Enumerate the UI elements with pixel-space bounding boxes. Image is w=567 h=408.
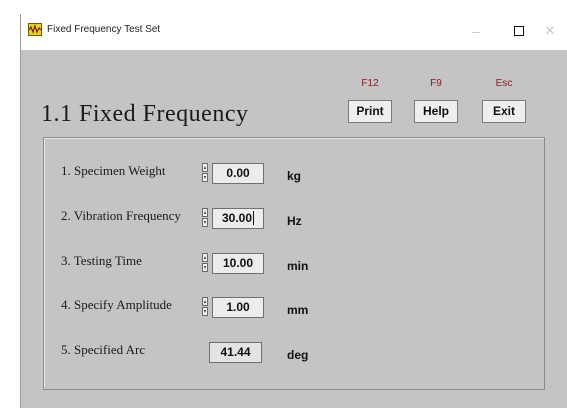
arrow-down-icon[interactable] bbox=[202, 263, 208, 272]
specimen-weight-field[interactable]: 0.00 bbox=[212, 163, 264, 184]
specify-amplitude-unit: mm bbox=[287, 303, 309, 317]
arrow-up-icon[interactable] bbox=[202, 163, 208, 172]
exit-shortcut: Esc bbox=[495, 78, 513, 89]
window-title: Fixed Frequency Test Set bbox=[47, 24, 161, 35]
vibration-frequency-value: 30.00 bbox=[221, 211, 253, 225]
specified-arc-value: 41.44 bbox=[209, 342, 262, 363]
help-button[interactable]: Help bbox=[414, 100, 458, 123]
specify-amplitude-field[interactable]: 1.00 bbox=[212, 297, 264, 318]
exit-button[interactable]: Exit bbox=[482, 100, 526, 123]
print-button[interactable]: Print bbox=[348, 100, 392, 123]
arrow-down-icon[interactable] bbox=[202, 173, 208, 182]
specimen-weight-unit: kg bbox=[287, 169, 302, 183]
specified-arc-unit: deg bbox=[287, 348, 309, 362]
close-button[interactable]: ✕ bbox=[530, 16, 567, 46]
vibration-frequency-field[interactable]: 30.00 bbox=[212, 208, 264, 229]
print-shortcut: F12 bbox=[361, 78, 379, 89]
vibration-frequency-label: 2. Vibration Frequency bbox=[61, 208, 181, 223]
testing-time-unit: min bbox=[287, 259, 309, 273]
close-icon: ✕ bbox=[544, 23, 556, 38]
testing-time-label: 3. Testing Time bbox=[61, 253, 142, 268]
arrow-down-icon[interactable] bbox=[202, 307, 208, 316]
arrow-down-icon[interactable] bbox=[202, 218, 208, 227]
specimen-weight-spinner[interactable] bbox=[202, 163, 208, 183]
arrow-up-icon[interactable] bbox=[202, 253, 208, 262]
text-caret bbox=[253, 210, 255, 225]
arrow-up-icon[interactable] bbox=[202, 297, 208, 306]
minimize-icon: – bbox=[472, 23, 480, 39]
testing-time-spinner[interactable] bbox=[202, 253, 208, 273]
waveform-icon bbox=[28, 23, 42, 36]
specify-amplitude-label: 4. Specify Amplitude bbox=[61, 297, 172, 312]
arrow-up-icon[interactable] bbox=[202, 208, 208, 217]
help-shortcut: F9 bbox=[430, 78, 442, 89]
testing-time-field[interactable]: 10.00 bbox=[212, 253, 264, 274]
minimize-button[interactable]: – bbox=[456, 16, 496, 46]
specimen-weight-label: 1. Specimen Weight bbox=[61, 163, 166, 178]
vibration-frequency-spinner[interactable] bbox=[202, 208, 208, 228]
page-title: 1.1 Fixed Frequency bbox=[41, 101, 249, 127]
maximize-icon bbox=[514, 26, 524, 37]
app-window: Fixed Frequency Test Set – ✕ 1.1 Fixed F… bbox=[20, 14, 567, 408]
vibration-frequency-unit: Hz bbox=[287, 214, 302, 228]
title-bar: Fixed Frequency Test Set – ✕ bbox=[21, 14, 567, 50]
specified-arc-label: 5. Specified Arc bbox=[61, 342, 146, 357]
specify-amplitude-spinner[interactable] bbox=[202, 297, 208, 317]
